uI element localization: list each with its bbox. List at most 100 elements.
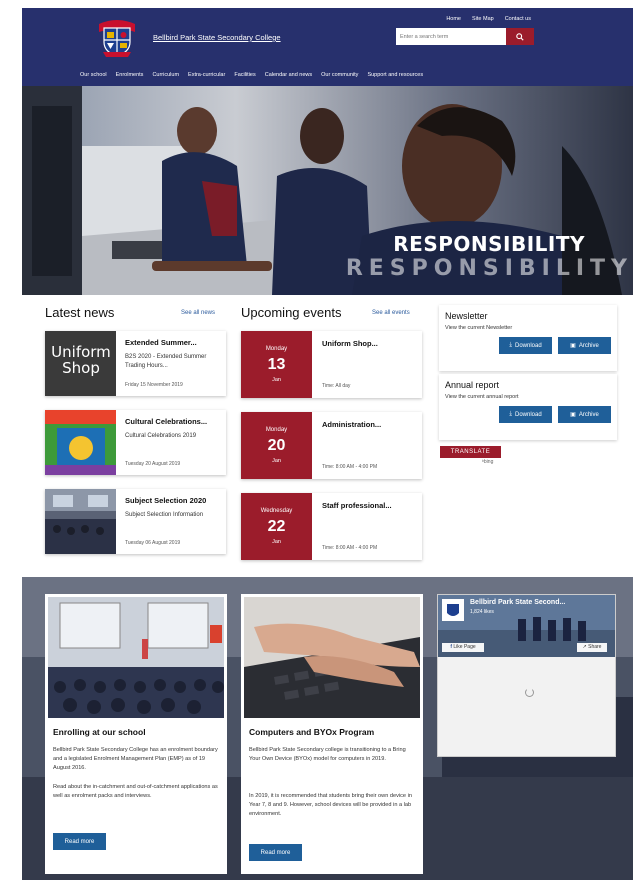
newsletter-archive-button[interactable]: ▣ Archive xyxy=(558,337,611,354)
see-all-news-link[interactable]: See all news xyxy=(181,310,215,316)
annual-report-box: Annual report View the current annual re… xyxy=(439,374,617,440)
nav-curriculum[interactable]: Curriculum xyxy=(152,72,179,78)
news-title[interactable]: Subject Selection 2020 xyxy=(125,496,206,505)
download-icon: ⤓ xyxy=(509,342,512,348)
event-weekday: Monday xyxy=(265,427,288,433)
search-input[interactable] xyxy=(396,28,506,45)
facebook-page-name[interactable]: Bellbird Park State Second... xyxy=(470,599,565,606)
event-date-block: Wednesday 22 Jan xyxy=(241,493,312,560)
promo-image xyxy=(48,597,224,718)
nav-facilities[interactable]: Facilities xyxy=(234,72,255,78)
event-date-block: Monday 13 Jan xyxy=(241,331,312,398)
news-card[interactable]: Cultural Celebrations... Cultural Celebr… xyxy=(45,410,226,475)
news-description: Subject Selection Information xyxy=(125,512,204,518)
event-title[interactable]: Staff professional... xyxy=(322,501,392,510)
news-title[interactable]: Cultural Celebrations... xyxy=(125,417,207,426)
nav-enrolments[interactable]: Enrolments xyxy=(116,72,144,78)
annual-report-archive-button[interactable]: ▣ Archive xyxy=(558,406,611,423)
newsletter-box: Newsletter View the current Newsletter ⤓… xyxy=(439,305,617,371)
promo-paragraph: Read about the in-catchment and out-of-c… xyxy=(53,784,218,799)
loading-spinner-icon xyxy=(525,688,534,697)
event-time: Time: 8:00 AM - 4:00 PM xyxy=(322,464,378,470)
school-name-link[interactable]: Bellbird Park State Secondary College xyxy=(153,33,281,42)
contact-us-link[interactable]: Contact us xyxy=(505,16,531,22)
hero-headline: RESPONSIBILITY xyxy=(393,232,585,256)
news-date: Friday 15 November 2019 xyxy=(125,382,183,388)
event-card[interactable]: Monday 13 Jan Uniform Shop... Time: All … xyxy=(241,331,422,398)
facebook-cover[interactable]: Bellbird Park State Second... 1,824 like… xyxy=(438,595,615,657)
event-day-number: 20 xyxy=(267,437,286,454)
promo-paragraph: Bellbird Park State Secondary College ha… xyxy=(53,747,218,771)
annual-report-description: View the current annual report xyxy=(445,394,519,400)
uniform-shop-thumb-text: Uniform Shop xyxy=(51,343,111,377)
home-link[interactable]: Home xyxy=(446,16,461,22)
facebook-page-widget: Bellbird Park State Second... 1,824 like… xyxy=(437,594,616,757)
news-thumbnail xyxy=(45,410,116,475)
event-card[interactable]: Wednesday 22 Jan Staff professional... T… xyxy=(241,493,422,560)
promo-card-enrolling: Enrolling at our school Bellbird Park St… xyxy=(45,594,227,874)
bing-attribution: ᵇbing xyxy=(482,459,493,465)
news-thumbnail: Uniform Shop xyxy=(45,331,116,396)
promo-paragraph: Bellbird Park State Secondary college is… xyxy=(249,747,406,762)
bing-label: bing xyxy=(483,459,494,465)
nav-our-community[interactable]: Our community xyxy=(321,72,358,78)
event-weekday: Wednesday xyxy=(260,508,293,514)
news-description: Cultural Celebrations 2019 xyxy=(125,433,197,439)
upcoming-events-heading: Upcoming events xyxy=(241,305,342,320)
news-thumbnail xyxy=(45,489,116,554)
news-card[interactable]: Uniform Shop Extended Summer... B2S 2020… xyxy=(45,331,226,396)
search-icon xyxy=(516,32,524,41)
event-day-number: 13 xyxy=(267,356,286,373)
read-more-button[interactable]: Read more xyxy=(53,833,106,850)
site-map-link[interactable]: Site Map xyxy=(472,16,494,22)
share-label: Share xyxy=(588,644,602,650)
facebook-icon: f xyxy=(450,644,453,650)
facebook-share-button[interactable]: ↗ Share xyxy=(577,643,607,652)
event-month: Jan xyxy=(272,539,281,545)
newsletter-download-button[interactable]: ⤓ Download xyxy=(499,337,552,354)
promo-paragraph: In 2019, it is recommended that students… xyxy=(249,793,412,817)
event-title[interactable]: Uniform Shop... xyxy=(322,339,378,348)
nav-support-and-resources[interactable]: Support and resources xyxy=(367,72,423,78)
newsletter-description: View the current Newsletter xyxy=(445,325,513,331)
event-weekday: Monday xyxy=(265,346,288,352)
promo-image xyxy=(244,597,420,718)
event-date-block: Monday 20 Jan xyxy=(241,412,312,479)
news-date: Tuesday 06 August 2019 xyxy=(125,540,181,546)
assembly-photo xyxy=(48,597,224,718)
promo-title: Enrolling at our school xyxy=(53,727,146,737)
news-description: B2S 2020 - Extended Summer Trading Hours… xyxy=(125,354,207,369)
archive-label: Archive xyxy=(578,411,599,418)
news-card[interactable]: Subject Selection 2020 Subject Selection… xyxy=(45,489,226,554)
event-day-number: 22 xyxy=(267,518,286,535)
promo-card-byox: Computers and BYOx Program Bellbird Park… xyxy=(241,594,423,874)
event-time: Time: All day xyxy=(322,383,351,389)
archive-label: Archive xyxy=(578,342,599,349)
hero-headline-shadow: RESPONSIBILITY xyxy=(345,256,633,281)
page: Bellbird Park State Secondary College Ho… xyxy=(0,0,633,880)
school-crest-logo[interactable] xyxy=(95,14,139,58)
main-navigation: Our school Enrolments Curriculum Extra-c… xyxy=(80,72,423,78)
nav-calendar-and-news[interactable]: Calendar and news xyxy=(265,72,312,78)
annual-report-download-button[interactable]: ⤓ Download xyxy=(499,406,552,423)
facebook-like-page-button[interactable]: f Like Page xyxy=(442,643,484,652)
nav-extra-curricular[interactable]: Extra-curricular xyxy=(188,72,225,78)
facebook-likes-count: 1,824 likes xyxy=(470,609,494,615)
archive-icon: ▣ xyxy=(570,343,576,349)
subject-selection-thumb xyxy=(45,489,116,554)
nav-our-school[interactable]: Our school xyxy=(80,72,107,78)
search-form xyxy=(396,28,534,45)
event-month: Jan xyxy=(272,377,281,383)
event-time: Time: 8:00 AM - 4:00 PM xyxy=(322,545,378,551)
download-label: Download xyxy=(514,411,542,418)
cultural-celebrations-thumb xyxy=(45,410,116,475)
event-card[interactable]: Monday 20 Jan Administration... Time: 8:… xyxy=(241,412,422,479)
read-more-button[interactable]: Read more xyxy=(249,844,302,861)
latest-news-heading: Latest news xyxy=(45,305,115,320)
news-title[interactable]: Extended Summer... xyxy=(125,338,197,347)
translate-button[interactable]: TRANSLATE xyxy=(440,446,501,458)
archive-icon: ▣ xyxy=(570,412,576,418)
search-button[interactable] xyxy=(506,28,534,45)
event-title[interactable]: Administration... xyxy=(322,420,381,429)
see-all-events-link[interactable]: See all events xyxy=(372,310,410,316)
